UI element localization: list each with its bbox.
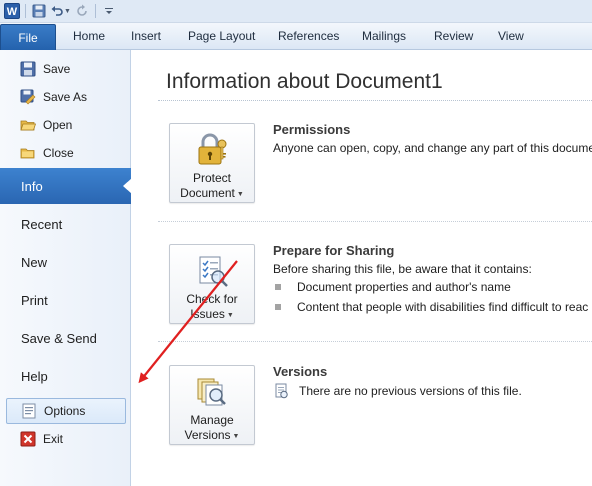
versions-icon: [194, 374, 230, 410]
svg-text:W: W: [7, 6, 18, 18]
tab-references[interactable]: References: [278, 23, 339, 50]
check-for-issues-label-line2: Issues ▼: [190, 307, 234, 321]
sharing-text: Before sharing this file, be aware that …: [273, 262, 532, 276]
toolbar-separator: [94, 4, 96, 18]
dropdown-caret-icon: ▼: [232, 433, 240, 440]
tab-page-layout[interactable]: Page Layout: [188, 23, 255, 50]
tab-insert[interactable]: Insert: [131, 23, 161, 50]
options-icon: [21, 403, 37, 419]
save-label: Save: [43, 62, 71, 76]
manage-versions-label-line1: Manage: [190, 413, 234, 427]
toolbar-separator: [25, 4, 26, 18]
bullet-icon: [275, 284, 281, 290]
tab-mailings[interactable]: Mailings: [362, 23, 406, 50]
section-divider: [158, 221, 592, 222]
checklist-icon: [194, 253, 230, 289]
versions-row: There are no previous versions of this f…: [273, 383, 522, 399]
save-icon: [20, 61, 36, 77]
permissions-heading: Permissions: [273, 122, 351, 137]
redo-icon[interactable]: [73, 2, 91, 20]
bullet-icon: [275, 304, 281, 310]
open-command[interactable]: Open: [0, 112, 131, 138]
manage-versions-label-line2: Versions ▼: [184, 428, 240, 442]
ribbon-tabs: File Home Insert Page Layout References …: [0, 23, 592, 50]
save-as-command[interactable]: Save As: [0, 84, 131, 110]
protect-document-label-line2: Document ▼: [180, 186, 244, 200]
quick-access-toolbar: W ▼: [0, 0, 592, 23]
protect-document-button[interactable]: Protect Document ▼: [169, 123, 255, 203]
info-panel: Information about Document1 Protect Docu…: [132, 50, 592, 486]
save-command[interactable]: Save: [0, 56, 131, 82]
nav-item-new[interactable]: New: [0, 244, 131, 280]
dropdown-caret-icon: ▼: [236, 191, 244, 198]
bullet-text: Document properties and author's name: [297, 280, 511, 294]
versions-heading: Versions: [273, 364, 328, 379]
nav-item-print[interactable]: Print: [0, 282, 131, 318]
nav-item-save-send[interactable]: Save & Send: [0, 320, 131, 356]
nav-item-recent[interactable]: Recent: [0, 206, 131, 242]
nav-item-help[interactable]: Help: [0, 358, 131, 394]
save-as-icon: [20, 89, 36, 105]
check-for-issues-button[interactable]: Check for Issues ▼: [169, 244, 255, 324]
save-icon[interactable]: [30, 2, 48, 20]
open-folder-icon: [20, 117, 36, 133]
open-label: Open: [43, 118, 73, 132]
manage-versions-button[interactable]: Manage Versions ▼: [169, 365, 255, 445]
undo-dropdown-icon[interactable]: ▼: [64, 8, 71, 15]
exit-icon: [20, 431, 36, 447]
protect-document-label-line1: Protect: [192, 171, 231, 185]
backstage-nav: Save Save As Open Close Info Recent New …: [0, 50, 132, 486]
dropdown-caret-icon: ▼: [226, 312, 234, 319]
section-divider: [158, 341, 592, 342]
check-for-issues-label-line1: Check for: [186, 292, 238, 306]
permissions-text: Anyone can open, copy, and change any pa…: [273, 141, 592, 155]
word-icon[interactable]: W: [3, 2, 21, 20]
tab-view[interactable]: View: [498, 23, 524, 50]
options-command[interactable]: Options: [6, 398, 126, 424]
close-label: Close: [43, 146, 74, 160]
tab-review[interactable]: Review: [434, 23, 473, 50]
close-command[interactable]: Close: [0, 140, 131, 166]
customize-icon[interactable]: [100, 2, 118, 20]
sharing-heading: Prepare for Sharing: [273, 243, 395, 258]
document-version-icon: [273, 383, 289, 399]
tab-file[interactable]: File: [0, 24, 56, 50]
lock-key-icon: [194, 132, 230, 168]
page-title: Information about Document1: [166, 70, 443, 93]
tab-home[interactable]: Home: [73, 23, 105, 50]
bullet-text: Content that people with disabilities fi…: [297, 300, 589, 314]
exit-label: Exit: [43, 432, 64, 446]
options-label: Options: [44, 404, 86, 418]
versions-text: There are no previous versions of this f…: [299, 384, 522, 398]
list-item: Document properties and author's name: [275, 280, 511, 294]
title-divider: [158, 100, 592, 101]
save-as-label: Save As: [43, 90, 88, 104]
nav-item-info[interactable]: Info: [0, 168, 132, 204]
exit-command[interactable]: Exit: [0, 426, 131, 452]
list-item: Content that people with disabilities fi…: [275, 300, 588, 314]
close-folder-icon: [20, 145, 36, 161]
